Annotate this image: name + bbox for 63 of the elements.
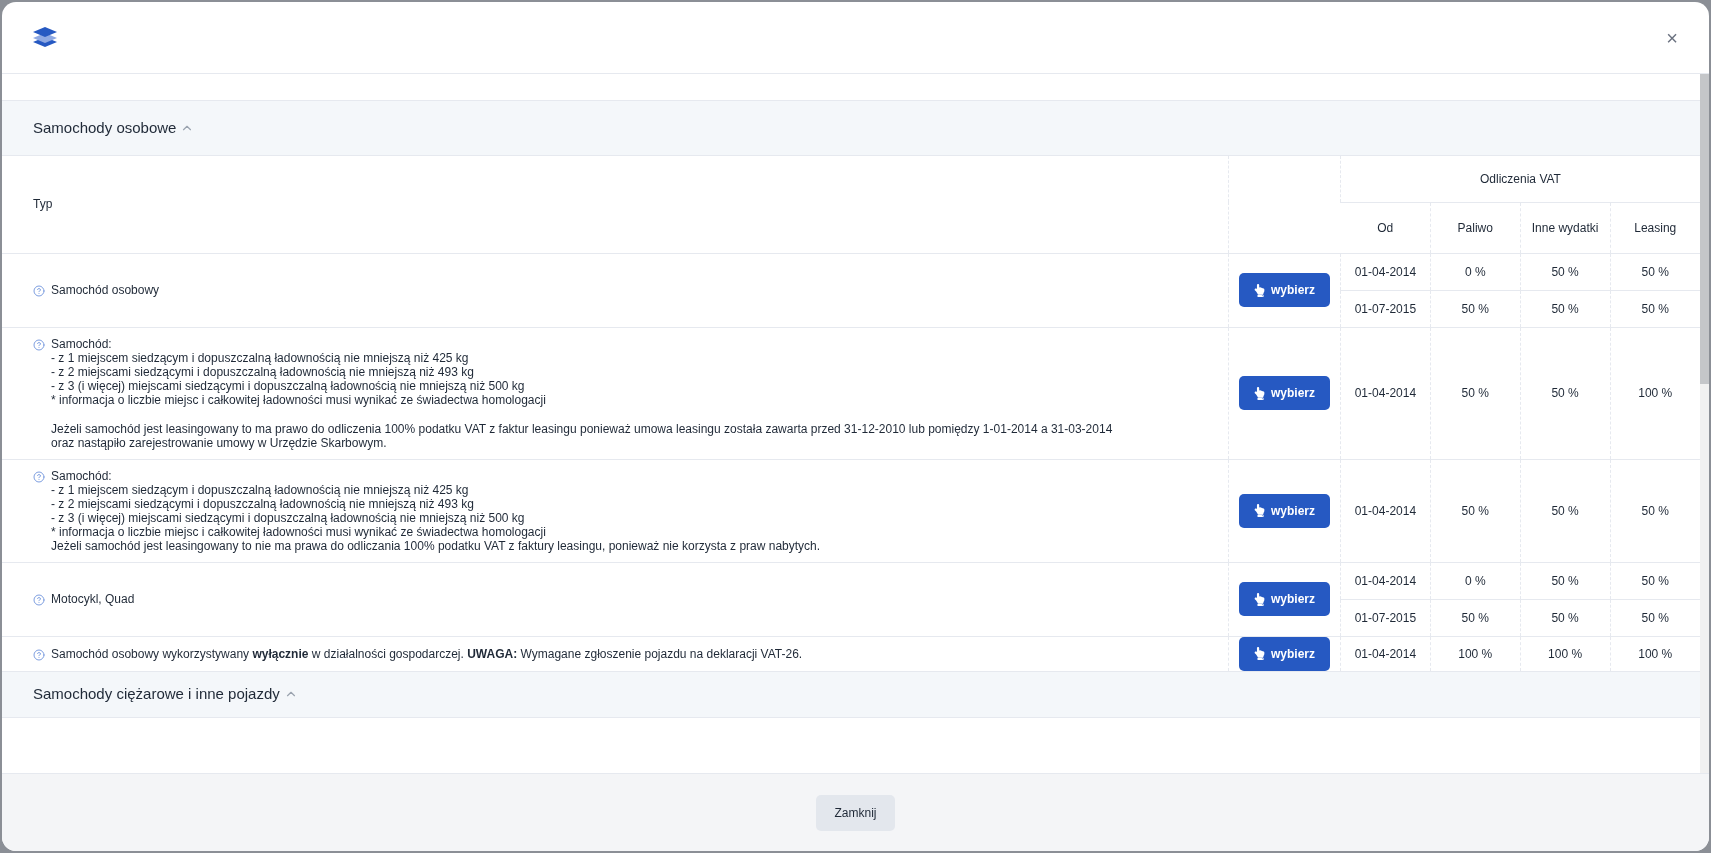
column-header: Leasing bbox=[1634, 220, 1677, 235]
close-dialog-button[interactable]: Zamknij bbox=[816, 794, 895, 831]
vehicle-description: Motocykl, Quad bbox=[51, 592, 135, 606]
table-cell: 50 % bbox=[1641, 301, 1669, 316]
section-header[interactable]: Samochody ciężarowe i inne pojazdy bbox=[2, 671, 1700, 718]
hand-pointer-icon bbox=[1253, 504, 1265, 517]
hand-pointer-icon bbox=[1253, 283, 1265, 297]
hand-pointer-icon bbox=[1253, 592, 1265, 606]
table-cell: 01-07-2015 bbox=[1354, 610, 1417, 625]
section-header[interactable]: Samochody osobowe bbox=[2, 101, 1700, 156]
vehicle-description: Samochód osobowy wykorzystywany wyłącznie w działalności gospodarczej. UWAGA: Wymagane zgłoszenie pojazdu na deklaracji VAT-26. bbox=[51, 646, 803, 661]
hand-pointer-icon bbox=[1253, 386, 1265, 400]
table-cell: 50 % bbox=[1551, 264, 1579, 279]
help-icon[interactable] bbox=[33, 338, 45, 351]
table-cell: 01-04-2014 bbox=[1354, 573, 1417, 588]
layers-logo-icon bbox=[33, 26, 57, 49]
table-cell: 50 % bbox=[1551, 503, 1579, 518]
table-cell: 50 % bbox=[1461, 386, 1489, 400]
table-cell: 01-04-2014 bbox=[1354, 264, 1417, 279]
table-cell: 01-04-2014 bbox=[1354, 503, 1417, 518]
section-title: Samochody ciężarowe i inne pojazdy bbox=[33, 683, 280, 704]
vehicle-description: Samochód osobowy bbox=[51, 283, 160, 297]
vehicle-description: Samochód: - z 1 miejscem siedzącym i dopuszczalną ładownością nie mniejszą niż 425 kg - z 2 miejscami siedzącymi i dopuszczalną ładownością nie mniejszą niż 493 kg - z 3 (i więcej) miejscami siedzącymi i dopuszczalną ładownością nie mniejszą niż 500 kg * informacja o liczbie miejsc i całkowitej ładowności musi wynikać ze świadectwa homologacji bbox=[51, 336, 547, 407]
help-icon[interactable] bbox=[33, 648, 45, 661]
table-cell: 50 % bbox=[1461, 610, 1489, 625]
select-button[interactable]: wybierz bbox=[1239, 376, 1330, 410]
table-cell: 01-07-2015 bbox=[1354, 301, 1417, 316]
table-cell: 0 % bbox=[1464, 264, 1486, 279]
close-button[interactable]: × bbox=[1666, 27, 1678, 48]
table-cell: 50 % bbox=[1641, 573, 1669, 588]
select-button[interactable]: wybierz bbox=[1239, 636, 1330, 671]
column-group-header: Odliczenia VAT bbox=[1480, 171, 1561, 186]
column-header: Od bbox=[1377, 220, 1394, 235]
scrollbar-thumb[interactable] bbox=[1700, 74, 1709, 384]
select-button[interactable]: wybierz bbox=[1239, 582, 1330, 616]
table-cell: 100 % bbox=[1458, 646, 1493, 661]
help-icon[interactable] bbox=[33, 470, 45, 483]
table-cell: 100 % bbox=[1638, 386, 1673, 400]
table-cell: 50 % bbox=[1641, 503, 1669, 518]
table-cell: 100 % bbox=[1548, 646, 1583, 661]
table-cell: 50 % bbox=[1461, 503, 1489, 518]
table-cell: 50 % bbox=[1641, 264, 1669, 279]
table-cell: 01-04-2014 bbox=[1354, 646, 1417, 661]
table-cell: 100 % bbox=[1638, 646, 1673, 661]
select-button[interactable]: wybierz bbox=[1239, 493, 1330, 528]
vehicle-description: Jeżeli samochód jest leasingowany to ma prawo do odliczenia 100% podatku VAT z faktur leasingu ponieważ umowa leasingu została zawarta przed 31-12-2010 lub pomiędzy 1-01-2014 a 31-03-2014 oraz nastąpiło zarejestrowanie umowy w Urzędzie Skarbowym. bbox=[51, 421, 1113, 450]
section-title: Samochody osobowe bbox=[33, 117, 177, 138]
column-header: Typ bbox=[33, 197, 53, 212]
table-cell: 50 % bbox=[1551, 386, 1579, 400]
help-icon[interactable] bbox=[33, 594, 45, 606]
table-cell: 01-04-2014 bbox=[1354, 386, 1417, 400]
select-button[interactable]: wybierz bbox=[1239, 273, 1330, 307]
table-cell: 50 % bbox=[1551, 301, 1579, 316]
table-cell: 50 % bbox=[1551, 573, 1579, 588]
help-icon[interactable] bbox=[33, 285, 45, 297]
hand-pointer-icon bbox=[1253, 647, 1265, 660]
table-cell: 50 % bbox=[1461, 301, 1489, 316]
table-cell: 50 % bbox=[1641, 610, 1669, 625]
table-cell: 50 % bbox=[1551, 610, 1579, 625]
vehicle-description: Samochód: - z 1 miejscem siedzącym i dopuszczalną ładownością nie mniejszą niż 425 kg - z 2 miejscami siedzącymi i dopuszczalną ładownością nie mniejszą niż 493 kg - z 3 (i więcej) miejscami siedzącymi i dopuszczalną ładownością nie mniejszą niż 500 kg * informacja o liczbie miejsc i całkowitej ładowności musi wynikać ze świadectwa homologacji Jeżeli samochód jest leasingowany to nie ma prawa do odliczania 100% podatku VAT z faktury leasingu, ponieważ nie korzysta z praw nabytych. bbox=[51, 468, 821, 553]
column-header: Paliwo bbox=[1457, 220, 1493, 235]
table-cell: 0 % bbox=[1464, 573, 1486, 588]
column-header: Inne wydatki bbox=[1531, 220, 1599, 235]
